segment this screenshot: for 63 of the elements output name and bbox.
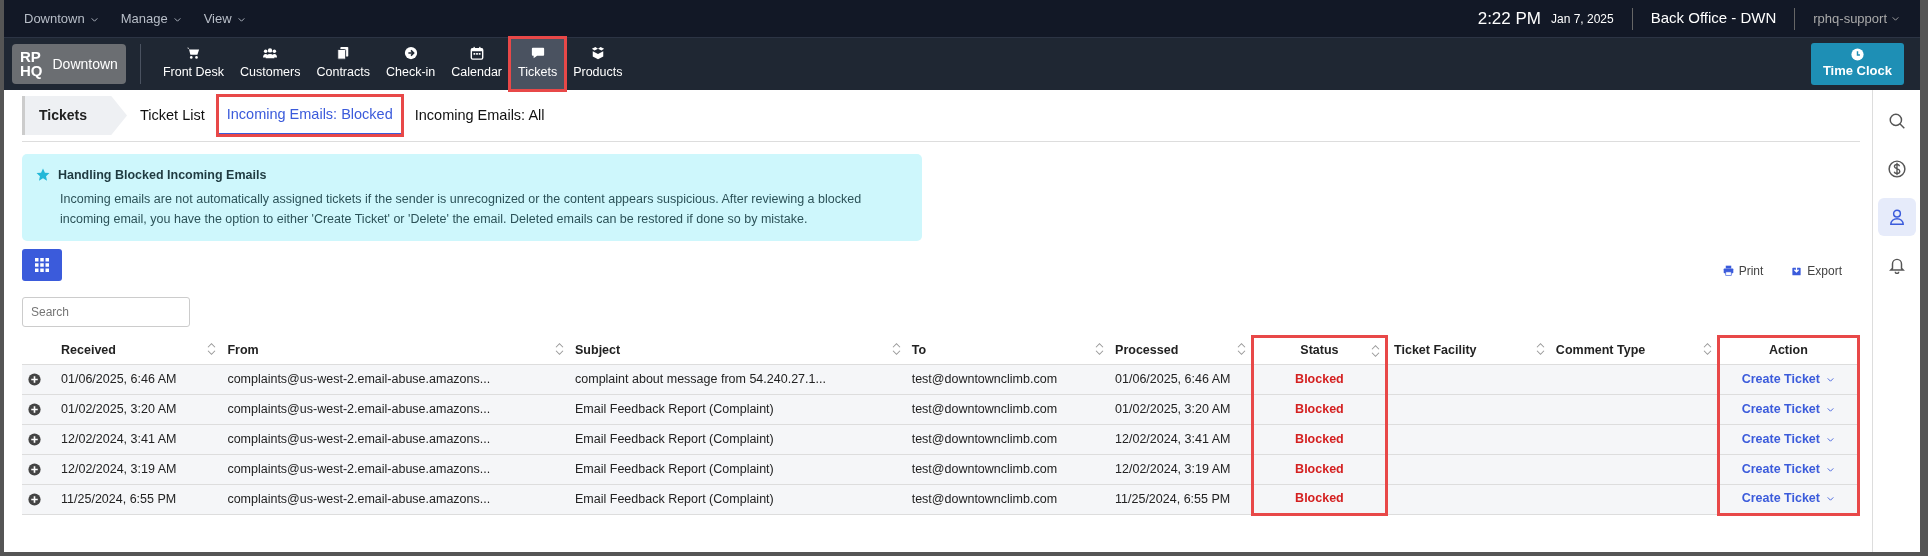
status-label: Blocked (1295, 461, 1344, 476)
nav-tab[interactable]: Customers (232, 38, 309, 90)
nav-tab[interactable]: Check-in (377, 38, 444, 90)
toolbar-button[interactable]: Print (1716, 260, 1770, 281)
logo-label: Downtown (52, 54, 118, 74)
logo-mark: RP HQ (20, 50, 43, 78)
column-header[interactable]: Received (55, 336, 222, 365)
table-cell: 12/02/2024, 3:41 AM (61, 431, 177, 446)
table-cell: complaint about message from 54.240.27.1... (575, 371, 826, 386)
tab[interactable]: Incoming Emails: Blocked (217, 95, 402, 136)
status-label: Blocked (1295, 401, 1344, 416)
table-cell: complaints@us-west-2.email-abuse.amazons... (227, 461, 491, 476)
user-menu[interactable]: rphq-support (1813, 8, 1900, 29)
table-cell: test@downtownclimb.com (911, 431, 1058, 446)
table-cell: 11/25/2024, 6:55 PM (61, 491, 177, 506)
table-cell: complaints@us-west-2.email-abuse.amazons... (227, 491, 491, 506)
table-cell: 01/06/2025, 6:46 AM (1115, 371, 1231, 386)
menu-item[interactable]: Downtown (24, 8, 99, 29)
table-cell: complaints@us-west-2.email-abuse.amazons... (227, 371, 491, 386)
column-header[interactable]: To (905, 336, 1110, 365)
table-cell: 11/25/2024, 6:55 PM (1115, 491, 1231, 506)
nav-tab[interactable]: Front Desk (154, 38, 232, 90)
search-field[interactable]: Search (22, 296, 190, 327)
nav-tab[interactable]: Tickets (510, 38, 566, 90)
tab[interactable]: Incoming Emails: All (405, 96, 554, 135)
status-label: Blocked (1295, 491, 1344, 506)
table-cell: test@downtownclimb.com (911, 491, 1058, 506)
table-cell: Email Feedback Report (Complaint) (575, 461, 774, 476)
table-cell: Email Feedback Report (Complaint) (575, 491, 774, 506)
tab[interactable]: Ticket List (131, 96, 214, 135)
table-cell: complaints@us-west-2.email-abuse.amazons... (227, 401, 491, 416)
table-cell: 01/02/2025, 3:20 AM (1115, 401, 1231, 416)
table-cell: Email Feedback Report (Complaint) (575, 401, 774, 416)
alert-title: Handling Blocked Incoming Emails (58, 167, 267, 184)
clock-date: Jan 7, 2025 (1551, 10, 1614, 28)
status-label: Blocked (1295, 431, 1344, 446)
column-header[interactable]: Subject (569, 336, 906, 365)
table-cell: test@downtownclimb.com (911, 371, 1058, 386)
table-cell: test@downtownclimb.com (911, 461, 1058, 476)
table-cell: test@downtownclimb.com (911, 401, 1058, 416)
nav-tab[interactable]: Products (565, 38, 631, 90)
table-cell: 12/02/2024, 3:41 AM (1115, 431, 1231, 446)
alert-text: Incoming emails are not automatically assigned tickets if the sender is unrecognized or the content appears suspicious. After reviewing a blocked incoming email, you have the option to either 'Create Ticket' or 'Delete' the email. Deleted emails can be restored if done so by mistake. (59, 190, 863, 228)
menu-item[interactable]: View (203, 8, 246, 29)
column-header[interactable]: From (221, 336, 570, 365)
toolbar-button[interactable]: Export (1785, 260, 1848, 281)
menu-item[interactable]: Manage (120, 8, 182, 29)
time-clock-button[interactable]: Time Clock (1810, 43, 1904, 85)
table-cell: complaints@us-west-2.email-abuse.amazons... (227, 431, 491, 446)
table-cell: 01/06/2025, 6:46 AM (61, 371, 177, 386)
table-cell: Email Feedback Report (Complaint) (575, 431, 774, 446)
table-cell: 01/02/2025, 3:20 AM (61, 401, 177, 416)
nav-tab[interactable]: Calendar (443, 38, 510, 90)
clock-time: 2:22 PM (1477, 7, 1541, 30)
nav-tab[interactable]: Contracts (308, 38, 378, 90)
column-header[interactable]: Processed (1109, 336, 1253, 365)
table-cell: 12/02/2024, 3:19 AM (61, 461, 177, 476)
status-label: Blocked (1295, 371, 1344, 386)
table-cell: 12/02/2024, 3:19 AM (1115, 461, 1231, 476)
location-label: Back Office - DWN (1650, 8, 1777, 29)
breadcrumb-label: Tickets (22, 96, 127, 135)
column-header[interactable]: Ticket Facility (1386, 336, 1550, 365)
column-header[interactable]: Comment Type (1549, 336, 1719, 365)
